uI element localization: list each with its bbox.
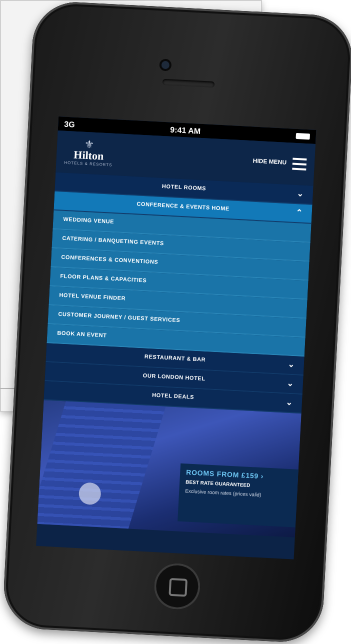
carrier-signal: 3G bbox=[63, 119, 76, 129]
menu-item-label: CONFERENCE & EVENTS HOME bbox=[136, 201, 230, 213]
phone-mockup: 3G 9:41 AM ⚜ Hilton HOTELS & RESORTS HID… bbox=[1, 0, 351, 644]
submenu-label: CONFERENCES & CONVENTIONS bbox=[61, 254, 159, 266]
hotel-building-image bbox=[37, 400, 169, 538]
home-button[interactable] bbox=[152, 562, 202, 611]
hamburger-icon bbox=[292, 157, 307, 171]
battery-icon bbox=[295, 132, 311, 140]
home-square-icon bbox=[168, 577, 188, 597]
chevron-down-icon: ⌄ bbox=[286, 378, 295, 389]
submenu-label: BOOK AN EVENT bbox=[57, 330, 107, 340]
menu-item-label: HOTEL ROOMS bbox=[161, 183, 207, 193]
menu-item-label: OUR LONDON HOTEL bbox=[142, 373, 206, 383]
submenu-label: CATERING / BANQUETING EVENTS bbox=[62, 235, 165, 248]
submenu-label: HOTEL VENUE FINDER bbox=[59, 292, 126, 303]
hilton-logo[interactable]: ⚜ Hilton HOTELS & RESORTS bbox=[64, 139, 113, 167]
chevron-up-icon: ⌃ bbox=[295, 208, 304, 218]
hide-menu-button[interactable]: HIDE MENU bbox=[253, 156, 307, 171]
earpiece-speaker bbox=[162, 78, 215, 88]
brand-sub: HOTELS & RESORTS bbox=[64, 159, 113, 168]
hide-menu-label: HIDE MENU bbox=[252, 158, 287, 167]
chevron-down-icon: ⌄ bbox=[287, 359, 296, 370]
status-time: 9:41 AM bbox=[169, 124, 201, 136]
rooms-promo-banner[interactable]: ROOMS FROM £159 › BEST RATE GUARANTEED E… bbox=[177, 463, 299, 528]
chevron-down-icon: ⌄ bbox=[285, 397, 294, 408]
menu-item-label: RESTAURANT & BAR bbox=[144, 354, 206, 364]
front-camera bbox=[161, 60, 170, 70]
hero-image: ROOMS FROM £159 › BEST RATE GUARANTEED E… bbox=[37, 400, 302, 538]
submenu-label: FLOOR PLANS & CAPACITIES bbox=[60, 273, 147, 285]
chevron-down-icon: ⌄ bbox=[296, 189, 305, 199]
submenu-label: WEDDING VENUE bbox=[63, 216, 115, 226]
submenu-label: CUSTOMER JOURNEY / GUEST SERVICES bbox=[58, 311, 181, 325]
menu-item-label: HOTEL DEALS bbox=[151, 392, 195, 401]
phone-screen: 3G 9:41 AM ⚜ Hilton HOTELS & RESORTS HID… bbox=[36, 116, 317, 560]
